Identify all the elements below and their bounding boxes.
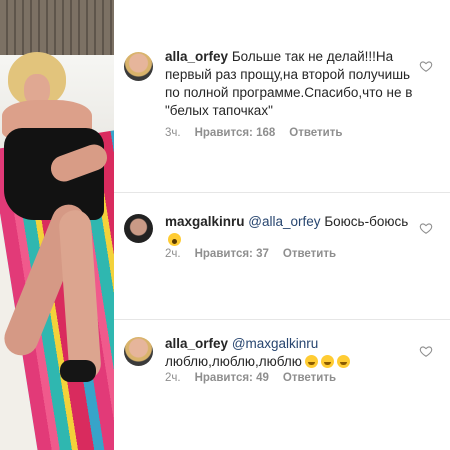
avatar-alla-orfey[interactable] (124, 52, 153, 81)
comment-3-likes[interactable]: Нравится: 49 (195, 372, 269, 384)
comment-3-time: 2ч. (165, 372, 181, 384)
grin-emoji (304, 355, 318, 368)
comment-2-meta: 2ч. Нравится: 37 Ответить (165, 248, 336, 260)
comment-2-text: maxgalkinru @alla_orfey Боюсь-боюсь (165, 213, 415, 249)
comment-3-reply-button[interactable]: Ответить (283, 372, 336, 384)
comment-1-username[interactable]: alla_orfey (165, 49, 228, 64)
divider (114, 192, 450, 193)
comment-2-likes[interactable]: Нравится: 37 (195, 248, 269, 260)
comment-2-body: Боюсь-боюсь (324, 214, 409, 229)
comment-2-reply-button[interactable]: Ответить (283, 248, 336, 260)
avatar-maxgalkinru[interactable] (124, 214, 153, 243)
comment-1-likes[interactable]: Нравится: 168 (195, 127, 276, 139)
comment-3-mention[interactable]: @maxgalkinru (232, 336, 318, 351)
heart-outline-icon[interactable] (419, 59, 433, 73)
grin-emoji (336, 355, 350, 368)
comment-3-body: люблю,люблю,люблю (165, 354, 302, 369)
avatar-alla-orfey[interactable] (124, 337, 153, 366)
comment-2-username[interactable]: maxgalkinru (165, 214, 245, 229)
comment-1-text: alla_orfey Больше так не делай!!!На перв… (165, 48, 415, 120)
comment-3-username[interactable]: alla_orfey (165, 336, 228, 351)
heart-outline-icon[interactable] (419, 221, 433, 235)
post-photo (0, 0, 114, 450)
comment-3-text: alla_orfey @maxgalkinru люблю,люблю,любл… (165, 335, 415, 371)
heart-outline-icon[interactable] (419, 344, 433, 358)
scream-emoji (168, 233, 181, 246)
comment-1-time: 3ч. (165, 127, 181, 139)
photo-shoe (60, 360, 96, 382)
comment-1-reply-button[interactable]: Ответить (289, 127, 342, 139)
photo-deck (0, 0, 114, 62)
grin-emoji (320, 355, 334, 368)
comments-panel: alla_orfey Больше так не делай!!!На перв… (114, 0, 450, 450)
comment-2-mention[interactable]: @alla_orfey (248, 214, 320, 229)
comment-3-meta: 2ч. Нравится: 49 Ответить (165, 372, 336, 384)
comment-2-time: 2ч. (165, 248, 181, 260)
comment-1-meta: 3ч. Нравится: 168 Ответить (165, 127, 342, 139)
divider (114, 319, 450, 320)
